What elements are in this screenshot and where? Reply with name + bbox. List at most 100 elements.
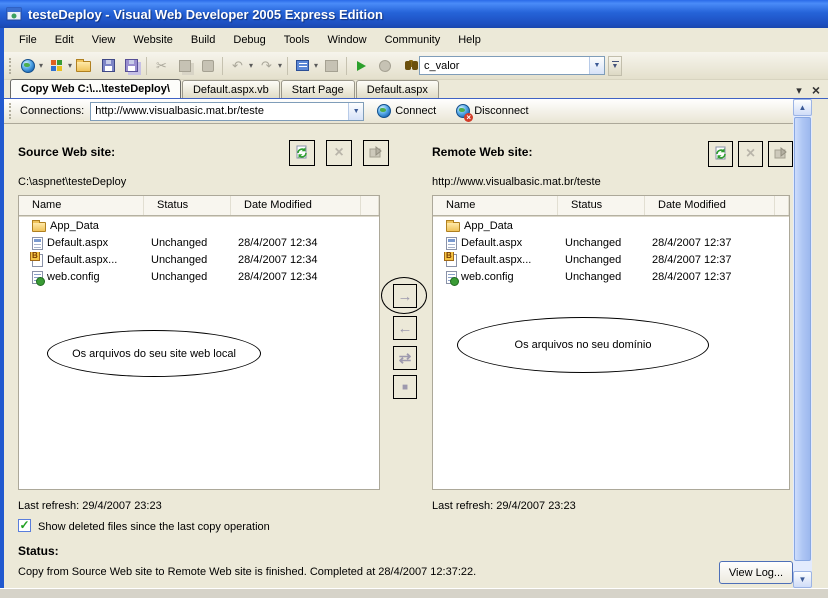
- cut-icon: ✂: [156, 59, 167, 72]
- undo-dropdown-icon[interactable]: ▾: [247, 61, 255, 70]
- file-row-default-aspx-vb[interactable]: Default.aspx... Unchanged 28/4/2007 12:3…: [433, 252, 789, 269]
- tab-copy-web[interactable]: Copy Web C:\...\testeDeploy\: [10, 79, 181, 98]
- navigate-dropdown-icon[interactable]: ▾: [312, 61, 320, 70]
- toolbar-grip[interactable]: [9, 58, 12, 74]
- menu-item-help[interactable]: Help: [449, 31, 490, 49]
- vertical-scrollbar[interactable]: ▲ ▼: [793, 99, 812, 588]
- save-button[interactable]: [97, 55, 120, 77]
- navigate-button[interactable]: [291, 55, 314, 77]
- new-website-dropdown-icon[interactable]: ▾: [37, 61, 45, 70]
- start-debug-button[interactable]: [350, 55, 373, 77]
- tab-default-aspx-vb[interactable]: Default.aspx.vb: [182, 80, 280, 98]
- scroll-up-button[interactable]: ▲: [793, 99, 812, 116]
- find-combo[interactable]: c_valor ▼: [419, 56, 605, 75]
- add-item-button[interactable]: [45, 55, 68, 77]
- column-header-date[interactable]: Date Modified: [231, 196, 361, 215]
- copy-button[interactable]: [173, 55, 196, 77]
- open-file-button[interactable]: [74, 55, 97, 77]
- undo-button[interactable]: ↶: [226, 55, 249, 77]
- redo-button[interactable]: ↷: [255, 55, 278, 77]
- source-site-title: Source Web site:: [18, 145, 115, 159]
- navigate-forward-button[interactable]: [320, 55, 343, 77]
- source-last-refresh: Last refresh: 29/4/2007 23:23: [18, 500, 162, 512]
- stop-button[interactable]: ■: [393, 375, 417, 399]
- save-all-button[interactable]: [120, 55, 143, 77]
- toolbar-separator: [222, 57, 223, 75]
- find-combo-dropdown-icon[interactable]: ▼: [589, 57, 604, 74]
- tab-list-dropdown-icon[interactable]: ▾: [796, 84, 802, 97]
- copy-site-source-button[interactable]: [363, 140, 389, 166]
- file-row-default-aspx[interactable]: Default.aspx Unchanged 28/4/2007 12:34: [19, 235, 379, 252]
- add-item-dropdown-icon[interactable]: ▾: [66, 61, 74, 70]
- file-row-web-config[interactable]: web.config Unchanged 28/4/2007 12:34: [19, 269, 379, 286]
- connections-dropdown-icon[interactable]: ▼: [348, 103, 363, 120]
- view-log-button[interactable]: View Log...: [719, 561, 793, 584]
- view-log-label: View Log...: [729, 567, 783, 579]
- file-date: 28/4/2007 12:34: [231, 235, 361, 252]
- scroll-down-button[interactable]: ▼: [793, 571, 812, 588]
- toolbar-options-button[interactable]: ▼: [608, 56, 622, 76]
- close-document-icon[interactable]: ×: [812, 82, 820, 98]
- column-header-name[interactable]: Name: [433, 196, 558, 215]
- file-status: Unchanged: [144, 235, 231, 252]
- toolbar-separator: [287, 57, 288, 75]
- disconnect-button[interactable]: Disconnect: [449, 101, 535, 121]
- connections-combo[interactable]: http://www.visualbasic.mat.br/teste ▼: [90, 102, 364, 121]
- status-text: Copy from Source Web site to Remote Web …: [18, 566, 476, 578]
- paste-button[interactable]: [196, 55, 219, 77]
- menu-item-build[interactable]: Build: [182, 31, 224, 49]
- tab-start-page[interactable]: Start Page: [281, 80, 355, 98]
- browse-button[interactable]: [373, 55, 396, 77]
- menu-item-edit[interactable]: Edit: [46, 31, 83, 49]
- source-path: C:\aspnet\testeDeploy: [18, 176, 126, 188]
- file-row-app-data[interactable]: App_Data: [19, 218, 379, 235]
- file-row-default-aspx-vb[interactable]: Default.aspx... Unchanged 28/4/2007 12:3…: [19, 252, 379, 269]
- file-status: Unchanged: [558, 252, 645, 269]
- remote-list-header: Name Status Date Modified: [433, 196, 789, 216]
- column-header-status[interactable]: Status: [144, 196, 231, 215]
- synchronize-button[interactable]: ⇄: [393, 346, 417, 370]
- file-row-app-data[interactable]: App_Data: [433, 218, 789, 235]
- copy-to-source-button[interactable]: ←: [393, 316, 417, 340]
- find-combo-value: c_valor: [420, 60, 589, 72]
- cut-button[interactable]: ✂: [150, 55, 173, 77]
- menu-item-window[interactable]: Window: [318, 31, 375, 49]
- file-row-default-aspx[interactable]: Default.aspx Unchanged 28/4/2007 12:37: [433, 235, 789, 252]
- file-name: Default.aspx: [47, 235, 108, 252]
- delete-x-icon: ×: [334, 145, 343, 161]
- menu-item-community[interactable]: Community: [376, 31, 450, 49]
- menu-item-website[interactable]: Website: [124, 31, 182, 49]
- disconnect-globe-icon: [456, 104, 470, 118]
- find-button[interactable]: [396, 55, 419, 77]
- menu-item-tools[interactable]: Tools: [275, 31, 319, 49]
- menu-item-file[interactable]: File: [10, 31, 46, 49]
- copy-to-remote-button[interactable]: →: [393, 284, 417, 308]
- column-header-date[interactable]: Date Modified: [645, 196, 775, 215]
- file-row-web-config[interactable]: web.config Unchanged 28/4/2007 12:37: [433, 269, 789, 286]
- show-deleted-checkbox[interactable]: ✓: [18, 519, 31, 532]
- app-icon[interactable]: [6, 6, 22, 22]
- file-status: Unchanged: [144, 269, 231, 286]
- sync-arrows-icon: ⇄: [399, 349, 412, 367]
- folder-icon: [446, 222, 460, 232]
- connect-button[interactable]: Connect: [370, 101, 443, 121]
- remote-annotation-text: Os arquivos no seu domínio: [515, 339, 652, 351]
- scrollbar-thumb[interactable]: [794, 117, 811, 561]
- tab-default-aspx[interactable]: Default.aspx: [356, 80, 439, 98]
- column-header-name[interactable]: Name: [19, 196, 144, 215]
- copy-site-remote-button[interactable]: [768, 141, 793, 167]
- title-bar[interactable]: testeDeploy - Visual Web Developer 2005 …: [0, 0, 828, 28]
- delete-source-button[interactable]: ×: [326, 140, 352, 166]
- refresh-remote-button[interactable]: [708, 141, 733, 167]
- vb-file-icon: [32, 254, 43, 267]
- file-name: App_Data: [50, 218, 99, 235]
- column-header-status[interactable]: Status: [558, 196, 645, 215]
- menu-item-view[interactable]: View: [83, 31, 125, 49]
- new-website-button[interactable]: [16, 55, 39, 77]
- menu-item-debug[interactable]: Debug: [224, 31, 274, 49]
- redo-dropdown-icon[interactable]: ▾: [276, 61, 284, 70]
- refresh-source-button[interactable]: [289, 140, 315, 166]
- delete-remote-button[interactable]: ×: [738, 141, 763, 167]
- copy-icon: [179, 60, 191, 72]
- connections-grip[interactable]: [9, 103, 12, 119]
